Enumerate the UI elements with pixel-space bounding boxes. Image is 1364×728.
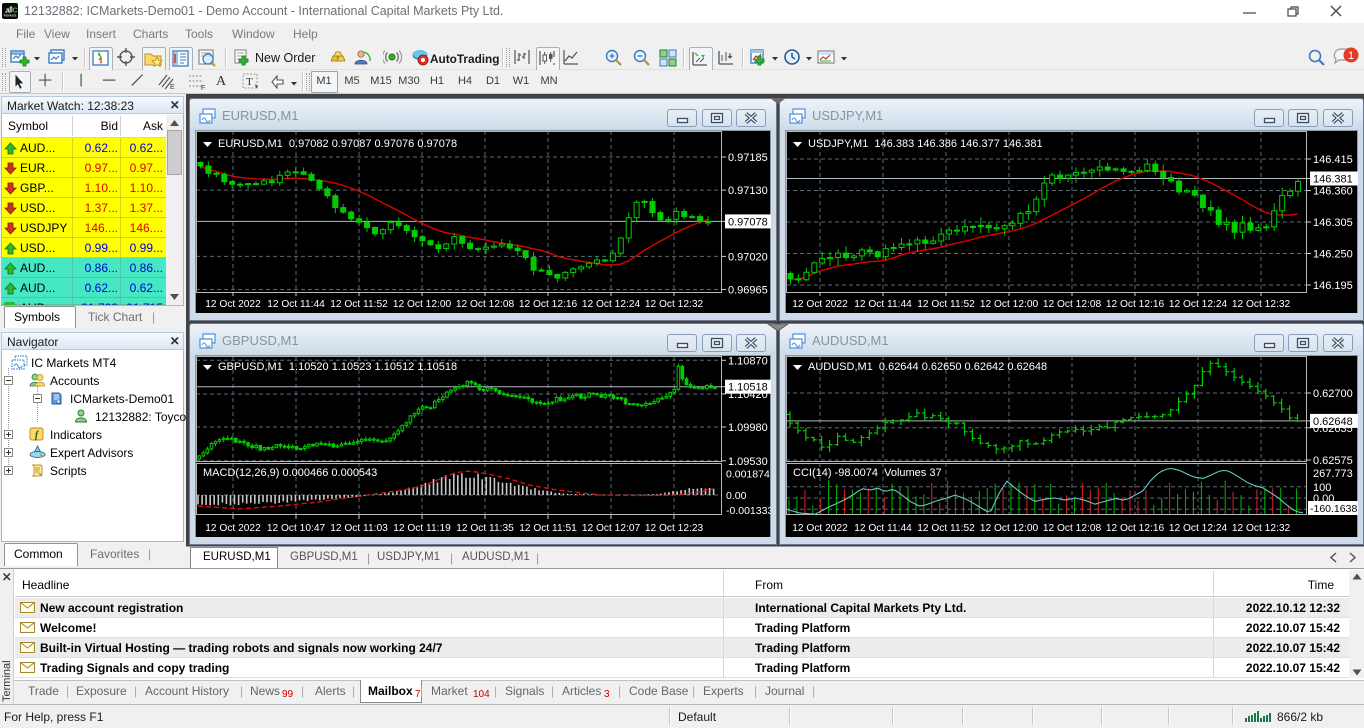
svg-text:12 Oct 11:35: 12 Oct 11:35 — [456, 523, 514, 534]
svg-text:12 Oct 2022: 12 Oct 2022 — [792, 523, 848, 534]
svg-text:12 Oct 12:24: 12 Oct 12:24 — [582, 299, 641, 310]
svg-text:146.381: 146.381 — [1313, 174, 1353, 186]
svg-text:12 Oct 2022: 12 Oct 2022 — [205, 523, 261, 534]
svg-text:12 Oct 2022: 12 Oct 2022 — [205, 299, 261, 310]
svg-text:12 Oct 11:44: 12 Oct 11:44 — [267, 299, 325, 310]
svg-text:USDJPY,M1 146.383 146.386 146: USDJPY,M1 146.383 146.386 146.377 146.38… — [808, 138, 1043, 150]
svg-text:T: T — [246, 76, 253, 88]
svg-text:F: F — [201, 85, 205, 92]
svg-text:0.00: 0.00 — [726, 490, 747, 502]
svg-text:12 Oct 10:47: 12 Oct 10:47 — [267, 523, 326, 534]
svg-text:12 Oct 12:07: 12 Oct 12:07 — [582, 523, 641, 534]
svg-text:12 Oct 11:03: 12 Oct 11:03 — [330, 523, 388, 534]
svg-text:12 Oct 11:51: 12 Oct 11:51 — [519, 523, 577, 534]
svg-text:12 Oct 12:32: 12 Oct 12:32 — [1232, 299, 1291, 310]
svg-text:12 Oct 12:32: 12 Oct 12:32 — [645, 299, 704, 310]
svg-text:0.97130: 0.97130 — [728, 185, 768, 197]
svg-text:146.360: 146.360 — [1313, 186, 1353, 198]
svg-text:GBPUSD,M1 1.10520 1.10523 1.1: GBPUSD,M1 1.10520 1.10523 1.10512 1.1051… — [218, 361, 457, 373]
svg-text:-0.001333: -0.001333 — [726, 505, 771, 517]
svg-text:12 Oct 12:24: 12 Oct 12:24 — [1169, 523, 1228, 534]
svg-text:1: 1 — [1348, 50, 1354, 62]
svg-text:AUDUSD,M1 0.62644 0.62650 0.6: AUDUSD,M1 0.62644 0.62650 0.62642 0.6264… — [808, 361, 1047, 373]
svg-text:146.250: 146.250 — [1313, 249, 1353, 261]
svg-text:0.97078: 0.97078 — [728, 216, 768, 228]
svg-text:1.10870: 1.10870 — [728, 355, 768, 367]
svg-text:12 Oct 11:19: 12 Oct 11:19 — [393, 523, 451, 534]
svg-text:0.001874: 0.001874 — [726, 469, 770, 481]
svg-text:12 Oct 11:52: 12 Oct 11:52 — [917, 299, 975, 310]
svg-text:E: E — [170, 84, 175, 91]
svg-text:-160.1638: -160.1638 — [1310, 503, 1357, 515]
svg-text:12 Oct 11:44: 12 Oct 11:44 — [854, 523, 912, 534]
svg-text:MACD(12,26,9) 0.000466 0.00054: MACD(12,26,9) 0.000466 0.000543 — [203, 467, 377, 479]
svg-text:146.195: 146.195 — [1313, 280, 1353, 292]
svg-text:146.305: 146.305 — [1313, 217, 1353, 229]
svg-text:1.09530: 1.09530 — [728, 456, 768, 468]
svg-text:0.96965: 0.96965 — [728, 285, 768, 297]
svg-text:12 Oct 12:16: 12 Oct 12:16 — [519, 299, 578, 310]
svg-text:12 Oct 12:24: 12 Oct 12:24 — [1169, 299, 1228, 310]
svg-text:0.62700: 0.62700 — [1313, 388, 1353, 400]
svg-text:1.10518: 1.10518 — [728, 382, 768, 394]
svg-text:0.62575: 0.62575 — [1313, 455, 1353, 467]
svg-text:267.773: 267.773 — [1313, 468, 1353, 480]
svg-text:0.97020: 0.97020 — [728, 251, 768, 263]
svg-text:Markets: Markets — [4, 14, 17, 18]
svg-text:146.415: 146.415 — [1313, 154, 1353, 166]
svg-text:12 Oct 12:16: 12 Oct 12:16 — [1106, 299, 1165, 310]
svg-text:12 Oct 12:08: 12 Oct 12:08 — [1043, 523, 1102, 534]
svg-text:12 Oct 12:16: 12 Oct 12:16 — [1106, 523, 1165, 534]
svg-text:EURUSD,M1 0.97082 0.97087 0.9: EURUSD,M1 0.97082 0.97087 0.97076 0.9707… — [218, 138, 457, 150]
svg-text:12 Oct 12:00: 12 Oct 12:00 — [980, 299, 1039, 310]
svg-text:12 Oct 2022: 12 Oct 2022 — [792, 299, 848, 310]
svg-text:0.97185: 0.97185 — [728, 152, 768, 164]
svg-text:0.62648: 0.62648 — [1313, 416, 1353, 428]
svg-text:12 Oct 12:23: 12 Oct 12:23 — [645, 523, 704, 534]
svg-text:1.09980: 1.09980 — [728, 422, 768, 434]
svg-text:12 Oct 12:00: 12 Oct 12:00 — [393, 299, 452, 310]
svg-text:12 Oct 12:32: 12 Oct 12:32 — [1232, 523, 1291, 534]
svg-text:12 Oct 12:08: 12 Oct 12:08 — [1043, 299, 1102, 310]
svg-text:12 Oct 12:00: 12 Oct 12:00 — [980, 523, 1039, 534]
svg-text:12 Oct 11:52: 12 Oct 11:52 — [917, 523, 975, 534]
svg-text:12 Oct 11:52: 12 Oct 11:52 — [330, 299, 388, 310]
svg-text:12 Oct 11:44: 12 Oct 11:44 — [854, 299, 912, 310]
svg-text:CCI(14) -98.0074 Volumes 37: CCI(14) -98.0074 Volumes 37 — [793, 467, 942, 479]
svg-text:12 Oct 12:08: 12 Oct 12:08 — [456, 299, 515, 310]
svg-text:100: 100 — [1313, 482, 1331, 494]
